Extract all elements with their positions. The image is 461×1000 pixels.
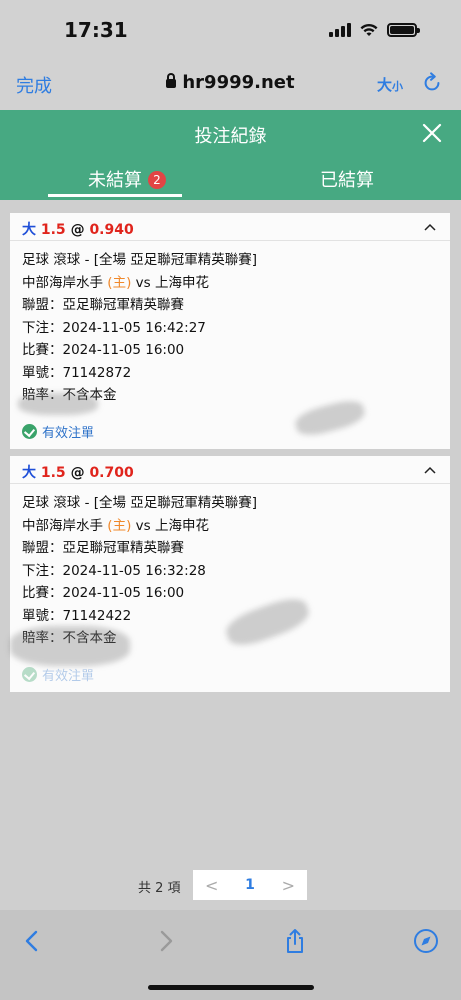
bet-teams: 中部海岸水手 (主) vs 上海申花	[22, 515, 438, 538]
back-icon[interactable]	[20, 928, 46, 954]
page-header: 投注紀錄	[0, 110, 461, 158]
redaction-smudge	[10, 626, 130, 666]
lock-icon	[166, 72, 177, 88]
url-text: hr9999.net	[182, 72, 295, 93]
pagination: 共 2 項 < 1 >	[0, 870, 461, 900]
bet-line: 1.5	[40, 465, 66, 481]
bet-status: 有效注單	[22, 665, 94, 684]
bet-pick: 大	[22, 222, 36, 238]
home-tag: (主)	[107, 274, 132, 291]
compass-icon[interactable]	[413, 928, 439, 954]
bet-card-header[interactable]: 大 1.5 @ 0.940	[10, 213, 450, 241]
reload-icon[interactable]	[421, 72, 443, 94]
bet-status: 有效注單	[22, 422, 94, 441]
vs-label: vs	[135, 274, 151, 291]
bet-teams: 中部海岸水手 (主) vs 上海申花	[22, 272, 438, 295]
forward-icon[interactable]	[152, 928, 178, 954]
home-team: 中部海岸水手	[22, 517, 103, 534]
text-size-button[interactable]: 大小	[377, 74, 403, 95]
bet-status-label: 有效注單	[42, 669, 95, 684]
tab-unsettled-label: 未結算	[88, 170, 142, 191]
home-indicator	[148, 985, 314, 990]
home-tag: (主)	[107, 517, 132, 534]
bet-at: @	[70, 465, 85, 481]
bet-match-time: 比賽：2024-11-05 16:00	[22, 585, 185, 601]
bet-placed-time: 下注：2024-11-05 16:42:27	[22, 319, 206, 336]
text-size-big: 大	[376, 76, 392, 94]
away-team: 上海申花	[154, 517, 209, 534]
total-count: 共 2 項	[138, 881, 181, 896]
count-badge: 2	[148, 171, 166, 189]
bet-line: 1.5	[40, 222, 66, 238]
home-team: 中部海岸水手	[22, 274, 103, 291]
bet-status-label: 有效注單	[42, 426, 95, 441]
status-icons	[329, 22, 420, 38]
bet-pick: 大	[22, 465, 36, 481]
check-circle-icon	[22, 424, 37, 439]
bet-card: 大 1.5 @ 0.940 足球 滾球 - [全場 亞足聯冠軍精英聯賽] 中部海…	[10, 213, 450, 449]
page-title: 投注紀錄	[194, 126, 267, 147]
share-icon[interactable]	[282, 928, 308, 954]
tab-settled-label: 已結算	[320, 170, 374, 191]
signal-icon	[329, 23, 351, 37]
away-team: 上海申花	[154, 274, 209, 291]
bet-details: 足球 滾球 - [全場 亞足聯冠軍精英聯賽] 中部海岸水手 (主) vs 上海申…	[10, 241, 450, 407]
next-page-button[interactable]: >	[282, 876, 295, 895]
bet-ticket-number: 單號：71142872	[22, 364, 132, 381]
tab-bar: 未結算 2 已結算	[0, 158, 461, 200]
check-circle-icon	[22, 667, 37, 682]
bet-odds: 0.700	[89, 465, 134, 481]
pager: < 1 >	[193, 870, 307, 900]
text-size-small: 小	[392, 80, 403, 93]
bet-card-header[interactable]: 大 1.5 @ 0.700	[10, 456, 450, 484]
status-bar: 17:31	[0, 0, 461, 60]
bet-odds: 0.940	[89, 222, 134, 238]
close-icon[interactable]	[421, 122, 443, 144]
bet-league: 聯盟：亞足聯冠軍精英聯賽	[22, 540, 184, 556]
battery-icon	[387, 23, 420, 37]
bet-card: 大 1.5 @ 0.700 足球 滾球 - [全場 亞足聯冠軍精英聯賽] 中部海…	[10, 456, 450, 692]
vs-label: vs	[135, 517, 151, 534]
tab-settled[interactable]: 已結算	[320, 166, 374, 192]
bet-market: 足球 滾球 - [全場 亞足聯冠軍精英聯賽]	[22, 252, 258, 268]
redaction-smudge	[18, 393, 98, 415]
bet-market: 足球 滾球 - [全場 亞足聯冠軍精英聯賽]	[22, 495, 258, 511]
chevron-up-icon[interactable]	[424, 466, 436, 474]
bet-league: 聯盟：亞足聯冠軍精英聯賽	[22, 297, 184, 313]
browser-toolbar: 完成 hr9999.net 大小	[0, 60, 461, 110]
bet-placed-time: 下注：2024-11-05 16:32:28	[22, 562, 206, 579]
status-time: 17:31	[64, 18, 128, 42]
active-tab-indicator	[48, 194, 182, 197]
bet-at: @	[70, 222, 85, 238]
wifi-icon	[360, 23, 378, 36]
chevron-up-icon[interactable]	[424, 223, 436, 231]
tab-unsettled[interactable]: 未結算 2	[88, 166, 166, 192]
current-page[interactable]: 1	[245, 877, 255, 893]
prev-page-button[interactable]: <	[205, 876, 218, 895]
bet-match-time: 比賽：2024-11-05 16:00	[22, 342, 185, 358]
